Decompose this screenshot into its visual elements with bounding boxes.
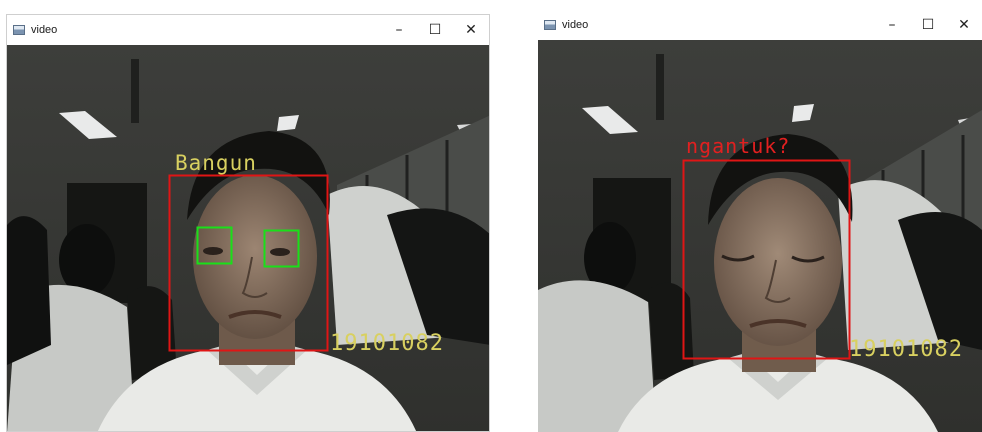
app-window-icon	[13, 25, 25, 35]
minimize-button[interactable]: –	[381, 15, 417, 45]
video-frame: ngantuk? 19101082	[538, 40, 982, 432]
camera-image	[538, 40, 982, 432]
maximize-button[interactable]: ☐	[910, 10, 946, 40]
title-bar[interactable]: video – ☐ ✕	[538, 10, 982, 40]
camera-image	[7, 45, 489, 431]
window-title: video	[562, 19, 589, 31]
status-label: ngantuk?	[686, 134, 791, 158]
id-label: 19101082	[330, 331, 444, 356]
minimize-button[interactable]: –	[874, 10, 910, 40]
id-label: 19101082	[849, 337, 963, 362]
close-button[interactable]: ✕	[946, 10, 982, 40]
app-window-icon	[544, 20, 556, 30]
video-window-left[interactable]: video – ☐ ✕ Bangun 19101082	[6, 14, 490, 432]
video-window-right[interactable]: video – ☐ ✕ ngantuk? 19101082	[538, 10, 982, 432]
close-button[interactable]: ✕	[453, 15, 489, 45]
video-frame: Bangun 19101082	[7, 45, 489, 431]
title-bar[interactable]: video – ☐ ✕	[7, 15, 489, 45]
status-label: Bangun	[175, 151, 257, 175]
maximize-button[interactable]: ☐	[417, 15, 453, 45]
window-title: video	[31, 24, 58, 36]
